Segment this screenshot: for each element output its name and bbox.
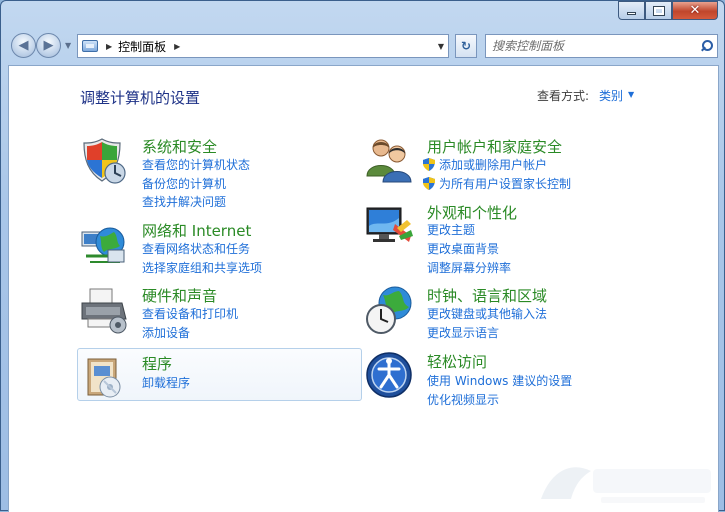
forward-button[interactable]: ▶ [36, 33, 61, 58]
search-input[interactable] [492, 39, 682, 53]
search-box[interactable] [485, 34, 718, 58]
maximize-button[interactable] [645, 1, 672, 20]
task-link[interactable]: 添加或删除用户帐户 [423, 156, 547, 173]
maximize-icon [652, 5, 665, 16]
back-button[interactable]: ◀ [11, 33, 36, 58]
shield-icon[interactable] [80, 136, 130, 186]
task-link[interactable]: 使用 Windows 建议的设置 [427, 372, 572, 389]
category-user-accounts: 用户帐户和家庭安全 添加或删除用户帐户 为所有用户设置家长控制 [365, 136, 665, 191]
address-dropdown-icon[interactable]: ▼ [438, 42, 444, 51]
task-link[interactable]: 更改显示语言 [427, 324, 499, 341]
category-title[interactable]: 网络和 Internet [142, 220, 251, 241]
close-button[interactable]: ✕ [672, 1, 718, 20]
category-appearance: 外观和个性化 更改主题 更改桌面背景 调整屏幕分辨率 [365, 202, 665, 275]
uac-shield-icon [423, 158, 435, 171]
printer-icon[interactable] [80, 285, 130, 335]
task-link-label[interactable]: 添加或删除用户帐户 [439, 156, 547, 173]
uac-shield-icon [423, 177, 435, 190]
view-by-label: 查看方式: [537, 89, 590, 103]
arrow-left-icon: ◀ [18, 38, 29, 53]
category-title[interactable]: 用户帐户和家庭安全 [427, 136, 562, 157]
category-title[interactable]: 时钟、语言和区域 [427, 285, 547, 306]
task-link[interactable]: 优化视频显示 [427, 391, 499, 408]
task-link[interactable]: 查看您的计算机状态 [142, 156, 250, 173]
task-link[interactable]: 查找并解决问题 [142, 193, 226, 210]
minimize-button[interactable] [618, 1, 645, 20]
category-hardware-sound: 硬件和声音 查看设备和打印机 添加设备 [80, 285, 340, 340]
task-link[interactable]: 更改主题 [427, 221, 475, 238]
task-link-label[interactable]: 为所有用户设置家长控制 [439, 175, 571, 192]
breadcrumb-chevron-icon[interactable]: ▶ [106, 42, 112, 51]
monitor-icon[interactable] [365, 202, 415, 252]
task-link[interactable]: 更改桌面背景 [427, 240, 499, 257]
recent-pages-dropdown[interactable]: ▼ [65, 41, 71, 50]
task-link[interactable]: 添加设备 [142, 324, 190, 341]
breadcrumb-control-panel[interactable]: 控制面板 [118, 38, 166, 55]
navigation-bar: ◀ ▶ ▼ ▶ 控制面板 ▶ ▼ ↻ [9, 32, 718, 58]
category-network-internet: 网络和 Internet 查看网络状态和任务 选择家庭组和共享选项 [80, 220, 340, 275]
ease-of-access-icon[interactable] [365, 351, 415, 401]
page-title: 调整计算机的设置 [80, 89, 201, 107]
task-link[interactable]: 卸载程序 [142, 374, 190, 391]
task-link[interactable]: 查看设备和打印机 [142, 305, 238, 322]
category-title[interactable]: 轻松访问 [427, 351, 487, 372]
category-title[interactable]: 程序 [142, 353, 172, 374]
category-title[interactable]: 硬件和声音 [142, 285, 217, 306]
minimize-icon [627, 12, 636, 15]
category-clock-language: 时钟、语言和区域 更改键盘或其他输入法 更改显示语言 [365, 285, 665, 340]
task-link[interactable]: 调整屏幕分辨率 [427, 259, 511, 276]
users-icon[interactable] [365, 136, 415, 186]
category-title[interactable]: 系统和安全 [142, 136, 217, 157]
address-bar[interactable]: ▶ 控制面板 ▶ ▼ [77, 34, 449, 58]
task-link[interactable]: 备份您的计算机 [142, 175, 226, 192]
category-programs: 程序 卸载程序 [80, 353, 340, 398]
watermark-logo [541, 467, 711, 503]
search-icon[interactable] [700, 40, 713, 52]
breadcrumb-chevron-icon[interactable]: ▶ [174, 42, 180, 51]
category-ease-of-access: 轻松访问 使用 Windows 建议的设置 优化视频显示 [365, 351, 665, 408]
category-title[interactable]: 外观和个性化 [427, 202, 517, 223]
caption-buttons: ✕ [618, 1, 718, 20]
task-link[interactable]: 为所有用户设置家长控制 [423, 175, 571, 192]
programs-icon[interactable] [80, 353, 130, 403]
arrow-right-icon: ▶ [43, 38, 54, 53]
control-panel-window: ✕ ◀ ▶ ▼ ▶ 控制面板 ▶ ▼ ↻ 调整计算机的设置 查看方式: 类别 ▼ [0, 0, 725, 512]
clock-globe-icon[interactable] [365, 285, 415, 335]
refresh-button[interactable]: ↻ [455, 34, 477, 58]
close-icon: ✕ [689, 3, 701, 18]
task-link[interactable]: 选择家庭组和共享选项 [142, 259, 262, 276]
category-system-security: 系统和安全 查看您的计算机状态 备份您的计算机 查找并解决问题 [80, 136, 340, 209]
task-link[interactable]: 查看网络状态和任务 [142, 240, 250, 257]
control-panel-icon [82, 40, 98, 52]
refresh-icon: ↻ [460, 39, 472, 53]
view-by-dropdown-icon[interactable]: ▼ [628, 90, 634, 99]
view-by-selector[interactable]: 类别 [599, 87, 623, 104]
content-pane: 调整计算机的设置 查看方式: 类别 ▼ 系统和安全 查看您的计算机状态 备份您的… [8, 65, 719, 512]
network-globe-icon[interactable] [80, 220, 130, 270]
task-link[interactable]: 更改键盘或其他输入法 [427, 305, 547, 322]
